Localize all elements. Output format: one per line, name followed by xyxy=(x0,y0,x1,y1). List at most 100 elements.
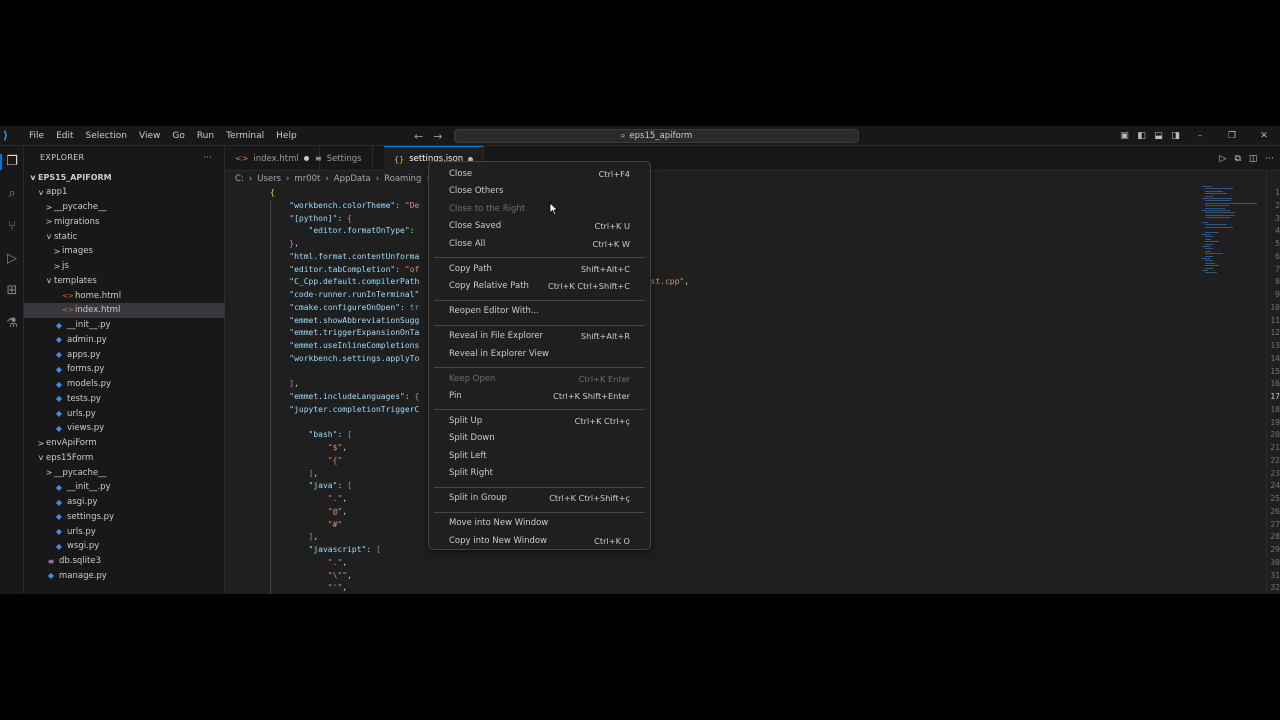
tree-item[interactable]: ◆ forms.py xyxy=(24,362,225,377)
open-settings-icon[interactable]: ⧉ xyxy=(1234,154,1240,164)
tree-item[interactable]: > __pycache__ xyxy=(24,200,225,215)
more-actions-icon[interactable]: ··· xyxy=(203,153,212,162)
breadcrumb-item[interactable]: Roaming xyxy=(384,174,421,184)
toggle-panel-icon[interactable]: ⬓ xyxy=(1150,131,1167,141)
menu-item-close-saved[interactable]: Close Saved Ctrl+K U xyxy=(433,218,646,234)
tree-item[interactable]: ◆ urls.py xyxy=(24,524,225,539)
menu-edit[interactable]: Edit xyxy=(50,126,79,146)
breadcrumb-item[interactable]: AppData xyxy=(334,174,371,184)
menu-item-split-right[interactable]: Split Right xyxy=(433,465,646,481)
tree-item-label: urls.py xyxy=(67,526,96,537)
tree-item-label: views.py xyxy=(67,423,105,434)
command-center-search[interactable]: ⌕ eps15_apiform xyxy=(454,129,859,143)
tree-item-label: forms.py xyxy=(67,364,105,375)
menu-separator xyxy=(434,257,645,259)
html-file-icon: <> xyxy=(62,306,74,315)
tab-settings[interactable]: ≡ Settings xyxy=(305,146,373,171)
menu-item-reopen-editor-with[interactable]: Reopen Editor With... xyxy=(433,303,646,319)
tree-item[interactable]: > __pycache__ xyxy=(24,465,225,480)
extensions-icon[interactable]: ⊞ xyxy=(4,283,20,299)
menu-item-split-in-group[interactable]: Split in Group Ctrl+K Ctrl+Shift+ç xyxy=(433,490,646,506)
forward-arrow-icon[interactable]: → xyxy=(433,130,442,143)
tree-item[interactable]: ◆ __init__.py xyxy=(24,480,225,495)
menu-item-reveal-in-explorer-view[interactable]: Reveal in Explorer View xyxy=(433,346,646,362)
back-arrow-icon[interactable]: ← xyxy=(414,130,423,143)
workspace-root[interactable]: v EPS15_APIFORM xyxy=(24,170,225,185)
tree-item[interactable]: > images xyxy=(24,244,225,259)
menu-item-close[interactable]: Close Ctrl+F4 xyxy=(433,166,646,182)
tree-item[interactable]: ◆ wsgi.py xyxy=(24,539,225,554)
tree-item[interactable]: ◆ urls.py xyxy=(24,406,225,421)
run-icon[interactable]: ▷ xyxy=(1220,154,1227,164)
more-icon[interactable]: ··· xyxy=(1265,154,1274,164)
menu-help[interactable]: Help xyxy=(270,126,303,146)
split-editor-icon[interactable]: ◫ xyxy=(1249,154,1258,164)
explorer-header: EXPLORER ··· xyxy=(24,146,224,168)
layout-icon[interactable]: ▣ xyxy=(1116,131,1133,141)
tree-item[interactable]: v templates xyxy=(24,274,225,289)
menu-run[interactable]: Run xyxy=(191,126,220,146)
toggle-sidebar-icon[interactable]: ◧ xyxy=(1133,131,1150,141)
run-debug-icon[interactable]: ▷ xyxy=(4,251,20,267)
menu-item-label: Split Right xyxy=(449,468,493,479)
search-view-icon[interactable]: ⌕ xyxy=(4,186,20,202)
menu-item-reveal-in-file-explorer[interactable]: Reveal in File Explorer Shift+Alt+R xyxy=(433,328,646,344)
tree-item[interactable]: ◆ settings.py xyxy=(24,510,225,525)
tree-item[interactable]: ◆ manage.py xyxy=(24,569,225,584)
tree-item[interactable]: v eps15Form xyxy=(24,451,225,466)
menu-item-split-down[interactable]: Split Down xyxy=(433,430,646,446)
tree-item[interactable]: <> index.html xyxy=(24,303,225,318)
menu-item-shortcut: Ctrl+K O xyxy=(594,535,630,546)
menu-item-move-into-new-window[interactable]: Move into New Window xyxy=(433,515,646,531)
toggle-secondary-sidebar-icon[interactable]: ◨ xyxy=(1167,131,1184,141)
breadcrumb-item[interactable]: Users xyxy=(257,174,281,184)
python-file-icon: ◆ xyxy=(47,571,55,581)
breadcrumb-item[interactable]: mr00t xyxy=(294,174,320,184)
explorer-icon[interactable]: ❐ xyxy=(0,154,22,170)
close-window-icon[interactable]: ✕ xyxy=(1248,131,1280,141)
minimize-icon[interactable]: – xyxy=(1184,131,1216,141)
menu-item-label: Split Up xyxy=(449,415,483,426)
source-control-icon[interactable]: ⑂ xyxy=(4,219,20,235)
tree-item[interactable]: ◆ tests.py xyxy=(24,392,225,407)
menu-file[interactable]: File xyxy=(23,126,50,146)
menu-item-copy-relative-path[interactable]: Copy Relative Path Ctrl+K Ctrl+Shift+C xyxy=(433,278,646,294)
menu-item-pin[interactable]: Pin Ctrl+K Shift+Enter xyxy=(433,388,646,404)
testing-icon[interactable]: ⚗ xyxy=(4,316,20,332)
tree-item[interactable]: ◆ admin.py xyxy=(24,333,225,348)
menu-terminal[interactable]: Terminal xyxy=(220,126,270,146)
tree-item[interactable]: <> home.html xyxy=(24,288,225,303)
menu-item-close-others[interactable]: Close Others xyxy=(433,183,646,199)
tree-item[interactable]: > migrations xyxy=(24,215,225,230)
menu-item-split-left[interactable]: Split Left xyxy=(433,448,646,464)
breadcrumb-item[interactable]: C: xyxy=(235,174,244,184)
tree-item[interactable]: ≡ db.sqlite3 xyxy=(24,554,225,569)
menu-item-copy-path[interactable]: Copy Path Shift+Alt+C xyxy=(433,261,646,277)
tree-item[interactable]: v app1 xyxy=(24,185,225,200)
tree-item[interactable]: > envApiForm xyxy=(24,436,225,451)
menu-selection[interactable]: Selection xyxy=(80,126,133,146)
tree-item[interactable]: ◆ views.py xyxy=(24,421,225,436)
tree-item[interactable]: v static xyxy=(24,229,225,244)
minimap[interactable] xyxy=(1202,186,1262,286)
menu-item-split-up[interactable]: Split Up Ctrl+K Ctrl+ç xyxy=(433,413,646,429)
settings-icon: ≡ xyxy=(315,154,322,163)
tree-item[interactable]: > js xyxy=(24,259,225,274)
tree-item[interactable]: ◆ asgi.py xyxy=(24,495,225,510)
tree-item-label: __pycache__ xyxy=(54,467,107,478)
menu-item-shortcut: Ctrl+K Ctrl+ç xyxy=(574,415,630,426)
menu-item-copy-into-new-window[interactable]: Copy into New Window Ctrl+K O xyxy=(433,533,646,549)
minimap-line xyxy=(1205,195,1213,197)
minimap-line xyxy=(1205,217,1231,219)
tree-item[interactable]: ◆ models.py xyxy=(24,377,225,392)
code-line: "{" xyxy=(327,455,343,465)
editor-scrollbar[interactable] xyxy=(1266,171,1280,594)
code-line: "editor.tabCompletion": "of xyxy=(289,264,420,274)
menu-go[interactable]: Go xyxy=(166,126,190,146)
tree-item[interactable]: ◆ apps.py xyxy=(24,347,225,362)
minimap-line xyxy=(1205,267,1213,269)
tree-item[interactable]: ◆ __init__.py xyxy=(24,318,225,333)
menu-item-close-all[interactable]: Close All Ctrl+K W xyxy=(433,236,646,252)
restore-icon[interactable]: ❐ xyxy=(1216,131,1248,141)
menu-view[interactable]: View xyxy=(133,126,166,146)
